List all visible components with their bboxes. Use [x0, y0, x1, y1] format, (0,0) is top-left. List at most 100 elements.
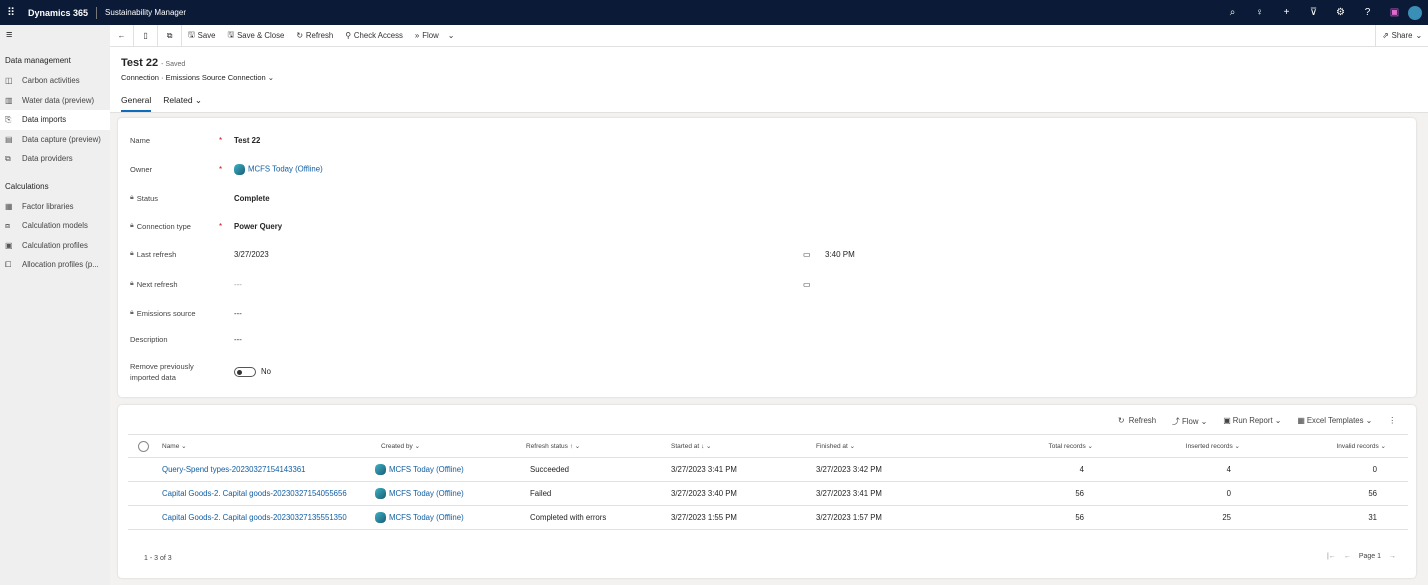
- hamburger-icon[interactable]: ≡: [0, 25, 110, 47]
- sidebar-item-calculation-models[interactable]: ⧈ Calculation models: [0, 216, 110, 236]
- created-by-link[interactable]: MCFS Today (Offline): [375, 482, 464, 506]
- inserted-records: 4: [1226, 465, 1231, 474]
- sidebar-item-data-imports[interactable]: ⎘ Data imports: [0, 110, 110, 130]
- toggle-value: No: [261, 367, 271, 377]
- chevron-down-icon[interactable]: ⌄: [268, 73, 274, 82]
- inserted-records: 25: [1222, 513, 1231, 522]
- save-close-button[interactable]: 🖫 Save & Close: [221, 25, 290, 47]
- sidebar-item-data-capture[interactable]: ▤ Data capture (preview): [0, 130, 110, 150]
- search-icon[interactable]: ⌕: [1219, 7, 1246, 18]
- finished-at: 3/27/2023 3:42 PM: [816, 465, 882, 474]
- refresh-status: Completed with errors: [530, 513, 607, 522]
- select-all-checkbox[interactable]: [138, 441, 149, 452]
- next-page-icon[interactable]: →: [1389, 553, 1396, 560]
- filter-icon[interactable]: ⊽: [1300, 7, 1327, 18]
- save-close-label: Save & Close: [237, 31, 285, 40]
- column-header-started-at[interactable]: Started at ↓ ⌄: [671, 435, 712, 459]
- last-refresh-label: Last refresh: [136, 249, 177, 259]
- created-by-link[interactable]: MCFS Today (Offline): [375, 506, 464, 530]
- grid-refresh-button[interactable]: ↻ Refresh: [1118, 416, 1156, 427]
- previous-page-icon[interactable]: ←: [1344, 553, 1351, 560]
- calendar-icon[interactable]: ▭: [803, 280, 811, 289]
- import-icon: ⎘: [5, 114, 12, 124]
- form-icon[interactable]: ▯: [134, 24, 158, 47]
- breadcrumb: Connection · Emissions Source Connection…: [121, 73, 275, 82]
- invalid-records: 0: [1372, 465, 1377, 474]
- column-header-inserted-records[interactable]: Inserted records ⌄: [1186, 435, 1240, 459]
- started-at: 3/27/2023 3:40 PM: [671, 489, 737, 498]
- flow-button[interactable]: » Flow ⌄: [409, 25, 460, 47]
- lightbulb-icon[interactable]: ♀: [1246, 7, 1273, 18]
- page-number: Page 1: [1358, 553, 1381, 560]
- column-header-created-by[interactable]: Created by ⌄: [381, 435, 420, 459]
- calendar-icon[interactable]: ▭: [803, 250, 811, 259]
- sidebar-item-data-providers[interactable]: ⧉ Data providers: [0, 149, 110, 169]
- column-header-finished-at[interactable]: Finished at ⌄: [816, 435, 855, 459]
- required-icon: *: [219, 164, 223, 174]
- form-selector[interactable]: Emissions Source Connection: [166, 73, 266, 82]
- check-access-button[interactable]: ⚲ Check Access: [339, 25, 409, 47]
- column-header-invalid-records[interactable]: Invalid records ⌄: [1336, 435, 1386, 459]
- grid-flow-button[interactable]: ⤴ Flow ⌄: [1172, 416, 1207, 427]
- tab-general[interactable]: General: [121, 95, 152, 112]
- plus-icon[interactable]: +: [1273, 7, 1300, 18]
- grid-table: Name ⌄ Created by ⌄ Refresh status ↑ ⌄ S…: [128, 434, 1408, 530]
- avatar[interactable]: [1408, 5, 1422, 20]
- help-icon[interactable]: ?: [1354, 7, 1381, 18]
- tab-related[interactable]: Related ⌄: [163, 95, 202, 112]
- app-name[interactable]: Sustainability Manager: [105, 8, 186, 17]
- sidebar-item-carbon-activities[interactable]: ◫ Carbon activities: [0, 71, 110, 91]
- brand[interactable]: Dynamics 365: [28, 8, 88, 18]
- first-page-icon[interactable]: |←: [1327, 553, 1336, 560]
- column-header-name[interactable]: Name ⌄: [162, 435, 187, 459]
- created-by-link[interactable]: MCFS Today (Offline): [375, 458, 464, 482]
- teams-icon[interactable]: ▣: [1381, 7, 1408, 18]
- share-button[interactable]: ⇗ Share ⌄: [1375, 24, 1428, 47]
- app-launcher-icon[interactable]: ⠿: [0, 6, 22, 19]
- library-icon: ▦: [5, 201, 13, 211]
- required-icon: *: [219, 221, 223, 231]
- field-emissions-source: 🔒︎ Emissions source ---: [118, 303, 1416, 323]
- new-window-icon[interactable]: ⧉: [158, 24, 182, 47]
- import-name-link[interactable]: Capital Goods-2. Capital goods-202303271…: [162, 482, 347, 506]
- save-close-icon: 🖫: [227, 30, 235, 39]
- back-button[interactable]: ←: [110, 24, 134, 47]
- capture-icon: ▤: [5, 134, 13, 144]
- field-next-refresh: 🔒︎ Next refresh --- ▭: [118, 274, 1416, 294]
- field-last-refresh: 🔒︎ Last refresh 3/27/2023 ▭ 3:40 PM: [118, 244, 1416, 264]
- description-input[interactable]: ---: [234, 335, 242, 344]
- excel-templates-button[interactable]: ▦ Excel Templates ⌄: [1297, 416, 1372, 427]
- owner-lookup[interactable]: MCFS Today (Offline): [234, 163, 323, 175]
- created-by-value: MCFS Today (Offline): [389, 465, 464, 474]
- page-title: Test 22 - Saved: [121, 57, 185, 69]
- name-input[interactable]: Test 22: [234, 136, 260, 145]
- column-header-refresh-status[interactable]: Refresh status ↑ ⌄: [526, 435, 580, 459]
- refresh-button[interactable]: ↻ Refresh: [290, 25, 339, 47]
- key-search-icon: ⚲: [345, 31, 351, 40]
- invalid-records: 31: [1368, 513, 1377, 522]
- import-name-link[interactable]: Capital Goods-2. Capital goods-202303271…: [162, 506, 347, 530]
- import-name-link[interactable]: Query-Spend types-20230327154143361: [162, 458, 306, 482]
- table-row[interactable]: Query-Spend types-20230327154143361 MCFS…: [128, 458, 1408, 482]
- column-header-total-records[interactable]: Total records ⌄: [1049, 435, 1093, 459]
- finished-at: 3/27/2023 1:57 PM: [816, 513, 882, 522]
- more-icon[interactable]: ⋮: [1388, 416, 1396, 427]
- save-button[interactable]: 🖫 Save: [182, 25, 221, 47]
- gear-icon[interactable]: ⚙: [1327, 7, 1354, 18]
- remove-toggle[interactable]: No: [234, 367, 271, 377]
- sidebar-item-water-data[interactable]: ▥ Water data (preview): [0, 91, 110, 111]
- pager: |← ← Page 1 →: [1327, 553, 1396, 560]
- table-row[interactable]: Capital Goods-2. Capital goods-202303271…: [128, 482, 1408, 506]
- grid-header: Name ⌄ Created by ⌄ Refresh status ↑ ⌄ S…: [128, 434, 1408, 458]
- table-row[interactable]: Capital Goods-2. Capital goods-202303271…: [128, 506, 1408, 530]
- sidebar-item-allocation-profiles[interactable]: ⧠ Allocation profiles (p...: [0, 255, 110, 275]
- started-at: 3/27/2023 1:55 PM: [671, 513, 737, 522]
- toggle-switch[interactable]: [234, 367, 256, 377]
- sidebar-item-factor-libraries[interactable]: ▦ Factor libraries: [0, 197, 110, 217]
- lock-icon: 🔒︎: [130, 250, 134, 257]
- run-report-button[interactable]: ▣ Run Report ⌄: [1223, 416, 1281, 427]
- persona-icon: [375, 464, 386, 476]
- status-value: Complete: [234, 193, 270, 203]
- sidebar-item-calculation-profiles[interactable]: ▣ Calculation profiles: [0, 236, 110, 256]
- group-calculations: Calculations: [5, 181, 49, 191]
